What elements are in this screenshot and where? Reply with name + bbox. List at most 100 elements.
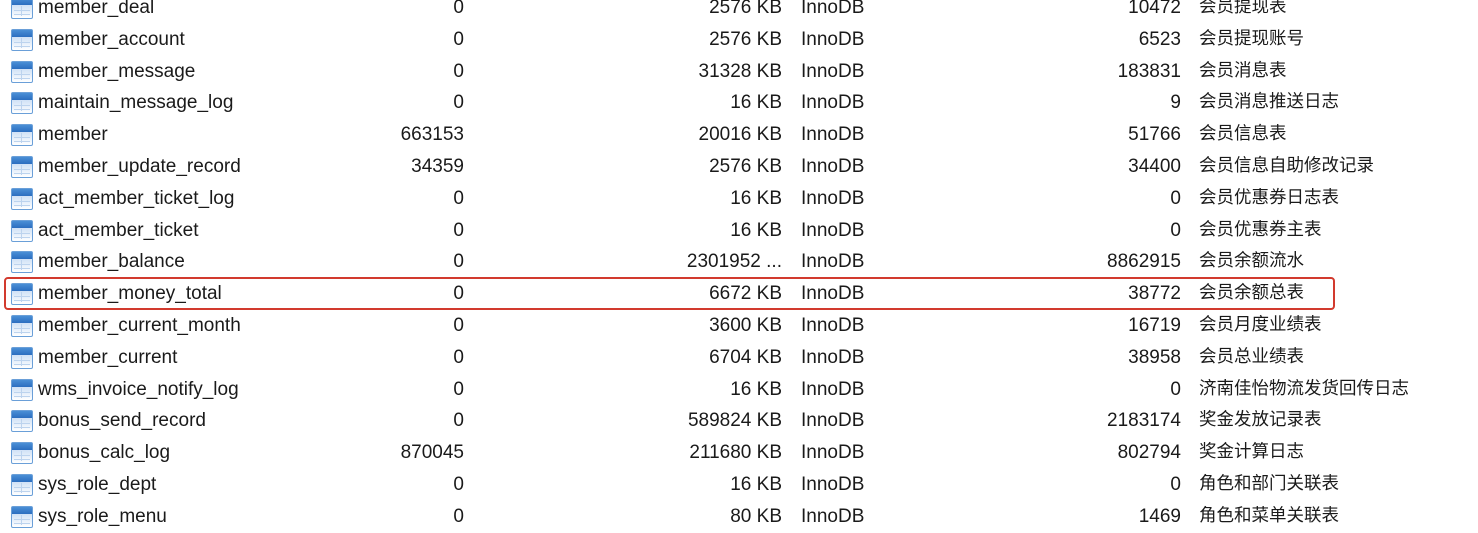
data-length: 16 KB	[730, 187, 782, 209]
engine: InnoDB	[801, 346, 865, 368]
auto-increment: 0	[1170, 473, 1181, 495]
table-icon	[11, 378, 33, 401]
table-row[interactable]: wms_invoice_notify_log 0 16 KB InnoDB 0 济南佳怡物…	[0, 374, 1478, 406]
auto-increment: 6523	[1138, 28, 1181, 50]
table-row[interactable]: member_deal 0 2576 KB InnoDB 10472 会员提现表	[0, 0, 1478, 24]
row-count: 0	[453, 60, 464, 82]
auto-increment: 183831	[1117, 60, 1181, 82]
table-icon	[11, 92, 33, 115]
engine: InnoDB	[801, 410, 865, 432]
table-row[interactable]: member_account 0 2576 KB InnoDB 6523 会员提现账号	[0, 24, 1478, 56]
table-name: act_member_ticket_log	[38, 187, 235, 209]
auto-increment: 34400	[1128, 155, 1181, 177]
table-name: act_member_ticket	[38, 219, 199, 241]
table-row[interactable]: sys_role_menu 0 80 KB InnoDB 1469 角色和菜单关联表	[0, 501, 1478, 533]
table-name: sys_role_dept	[38, 473, 157, 495]
data-length: 16 KB	[730, 473, 782, 495]
data-length: 2576 KB	[709, 155, 782, 177]
table-name: member_money_total	[38, 283, 222, 305]
table-row[interactable]: member_message 0 31328 KB InnoDB 183831 会员消息表	[0, 56, 1478, 88]
table-icon	[11, 0, 33, 19]
table-comment: 会员优惠券日志表	[1199, 187, 1339, 208]
engine: InnoDB	[801, 124, 865, 146]
table-icon	[11, 251, 33, 274]
table-icon	[11, 187, 33, 210]
table-name: member_balance	[38, 251, 185, 273]
row-count: 0	[453, 473, 464, 495]
table-comment: 济南佳怡物流发货回传日志	[1199, 378, 1409, 399]
table-comment: 会员消息表	[1199, 60, 1287, 81]
table-row[interactable]: member_money_total 0 6672 KB InnoDB 38772 会员余…	[0, 278, 1478, 310]
engine: InnoDB	[801, 187, 865, 209]
table-icon	[11, 124, 33, 147]
table-name: maintain_message_log	[38, 92, 234, 114]
table-icon	[11, 473, 33, 496]
auto-increment: 0	[1170, 219, 1181, 241]
row-count: 0	[453, 251, 464, 273]
data-length: 6672 KB	[709, 283, 782, 305]
table-row[interactable]: bonus_send_record 0 589824 KB InnoDB 2183174…	[0, 405, 1478, 437]
table-comment: 会员余额总表	[1199, 283, 1304, 304]
table-comment: 角色和菜单关联表	[1199, 505, 1339, 526]
table-comment: 会员余额流水	[1199, 251, 1304, 272]
table-name: member_current	[38, 346, 178, 368]
data-length: 6704 KB	[709, 346, 782, 368]
table-row[interactable]: sys_role_dept 0 16 KB InnoDB 0 角色和部门关联表	[0, 469, 1478, 501]
data-length: 31328 KB	[698, 60, 782, 82]
auto-increment: 8862915	[1107, 251, 1181, 273]
table-row[interactable]: member_balance 0 2301952 ... InnoDB 8862915 会…	[0, 246, 1478, 278]
row-count: 0	[453, 314, 464, 336]
table-name: bonus_calc_log	[38, 442, 171, 464]
table-name: bonus_send_record	[38, 410, 206, 432]
table-comment: 奖金计算日志	[1199, 442, 1304, 463]
table-name: sys_role_menu	[38, 505, 167, 527]
table-name: member_update_record	[38, 155, 241, 177]
row-count: 34359	[411, 155, 464, 177]
table-icon	[11, 442, 33, 465]
table-list: member_deal 0 2576 KB InnoDB 10472 会员提现表 membe…	[0, 0, 1478, 533]
table-row[interactable]: member 663153 20016 KB InnoDB 51766 会员信息表	[0, 119, 1478, 151]
row-count: 0	[453, 0, 464, 18]
engine: InnoDB	[801, 155, 865, 177]
table-row[interactable]: act_member_ticket 0 16 KB InnoDB 0 会员优惠券主表	[0, 215, 1478, 247]
table-row[interactable]: bonus_calc_log 870045 211680 KB InnoDB 80279…	[0, 437, 1478, 469]
row-count: 0	[453, 28, 464, 50]
engine: InnoDB	[801, 60, 865, 82]
data-length: 2576 KB	[709, 0, 782, 18]
data-length: 2301952 ...	[686, 251, 782, 273]
table-row[interactable]: member_current 0 6704 KB InnoDB 38958 会员总业绩表	[0, 342, 1478, 374]
table-comment: 奖金发放记录表	[1199, 410, 1322, 431]
row-count: 870045	[400, 442, 464, 464]
table-icon	[11, 60, 33, 83]
data-length: 80 KB	[730, 505, 782, 527]
auto-increment: 802794	[1117, 442, 1181, 464]
data-length: 3600 KB	[709, 314, 782, 336]
auto-increment: 0	[1170, 378, 1181, 400]
row-count: 0	[453, 219, 464, 241]
engine: InnoDB	[801, 442, 865, 464]
engine: InnoDB	[801, 251, 865, 273]
table-name: member	[38, 124, 108, 146]
table-name: member_deal	[38, 0, 155, 18]
row-count: 0	[453, 187, 464, 209]
table-comment: 会员提现表	[1199, 0, 1287, 17]
table-comment: 会员信息表	[1199, 124, 1287, 145]
engine: InnoDB	[801, 283, 865, 305]
table-row[interactable]: member_update_record 34359 2576 KB InnoDB 34…	[0, 151, 1478, 183]
table-row[interactable]: member_current_month 0 3600 KB InnoDB 16719 会…	[0, 310, 1478, 342]
engine: InnoDB	[801, 0, 865, 18]
data-length: 16 KB	[730, 92, 782, 114]
table-icon	[11, 155, 33, 178]
table-row[interactable]: act_member_ticket_log 0 16 KB InnoDB 0 会员优惠券日…	[0, 183, 1478, 215]
table-comment: 会员消息推送日志	[1199, 92, 1339, 113]
data-length: 16 KB	[730, 378, 782, 400]
table-comment: 会员总业绩表	[1199, 346, 1304, 367]
table-row[interactable]: maintain_message_log 0 16 KB InnoDB 9 会员消息推送日…	[0, 87, 1478, 119]
table-comment: 角色和部门关联表	[1199, 473, 1339, 494]
row-count: 0	[453, 92, 464, 114]
row-count: 0	[453, 346, 464, 368]
table-icon	[11, 346, 33, 369]
auto-increment: 2183174	[1107, 410, 1181, 432]
table-comment: 会员信息自助修改记录	[1199, 155, 1374, 176]
row-count: 663153	[400, 124, 464, 146]
